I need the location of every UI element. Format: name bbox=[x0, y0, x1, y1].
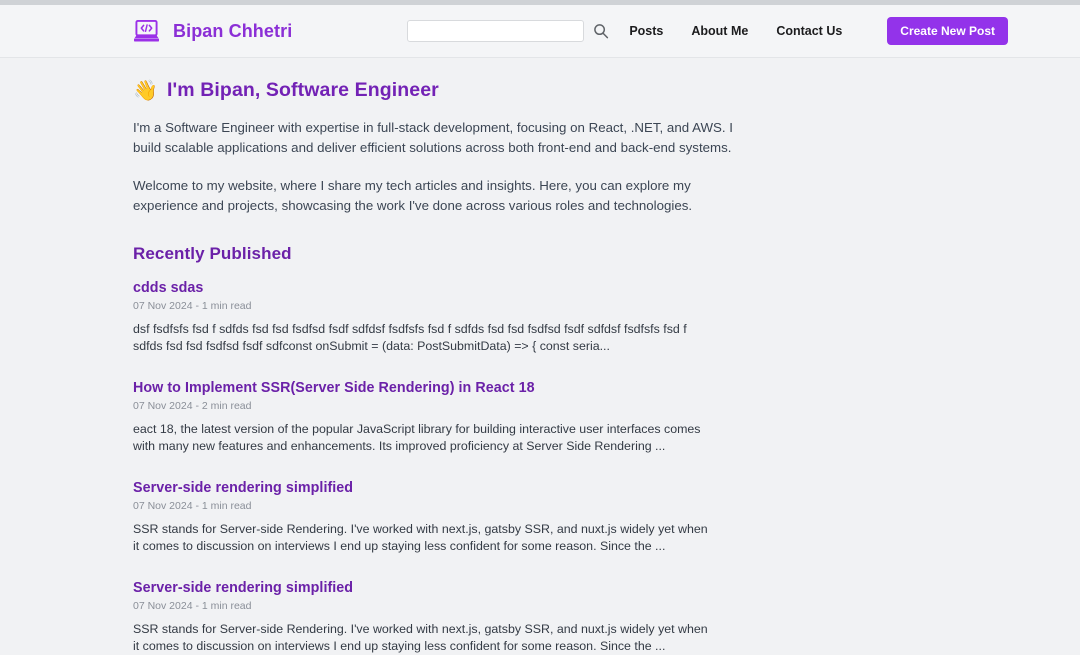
post-list-item: cdds sdas 07 Nov 2024 - 1 min read dsf f… bbox=[133, 280, 780, 355]
intro-paragraph-2: Welcome to my website, where I share my … bbox=[133, 178, 693, 213]
waving-hand-icon: 👋 bbox=[133, 79, 159, 102]
post-excerpt: eact 18, the latest version of the popul… bbox=[133, 422, 701, 453]
post-title-link[interactable]: Server-side rendering simplified bbox=[133, 480, 780, 496]
post-list-item: How to Implement SSR(Server Side Renderi… bbox=[133, 380, 780, 455]
laptop-code-icon bbox=[133, 19, 160, 43]
post-title-link[interactable]: cdds sdas bbox=[133, 280, 780, 296]
post-excerpt: dsf fsdfsfs fsd f sdfds fsd fsd fsdfsd f… bbox=[133, 322, 687, 353]
post-meta: 07 Nov 2024 - 1 min read bbox=[133, 500, 252, 512]
nav-item-about-me[interactable]: About Me bbox=[691, 24, 748, 38]
hero-title-text: I'm Bipan, Software Engineer bbox=[167, 79, 439, 101]
post-title-link[interactable]: Server-side rendering simplified bbox=[133, 580, 780, 596]
post-list-item: Server-side rendering simplified 07 Nov … bbox=[133, 480, 780, 555]
post-excerpt: SSR stands for Server-side Rendering. I'… bbox=[133, 622, 708, 653]
brand-name: Bipan Chhetri bbox=[173, 20, 293, 41]
main-content: 👋 I'm Bipan, Software Engineer I'm a Sof… bbox=[0, 58, 780, 655]
post-list: cdds sdas 07 Nov 2024 - 1 min read dsf f… bbox=[133, 280, 780, 655]
section-title-recently-published: Recently Published bbox=[133, 244, 292, 263]
search-icon bbox=[593, 24, 609, 42]
site-header: Bipan Chhetri Posts About Me Contact Us … bbox=[0, 5, 1080, 58]
nav-item-contact-us[interactable]: Contact Us bbox=[776, 24, 842, 38]
post-excerpt: SSR stands for Server-side Rendering. I'… bbox=[133, 522, 708, 553]
post-meta: 07 Nov 2024 - 1 min read bbox=[133, 300, 252, 312]
post-meta: 07 Nov 2024 - 1 min read bbox=[133, 600, 252, 612]
hero-title: 👋 I'm Bipan, Software Engineer bbox=[133, 79, 780, 102]
intro-paragraph-1: I'm a Software Engineer with expertise i… bbox=[133, 120, 733, 155]
post-list-item: Server-side rendering simplified 07 Nov … bbox=[133, 580, 780, 655]
post-title-link[interactable]: How to Implement SSR(Server Side Renderi… bbox=[133, 380, 780, 396]
brand-logo-link[interactable]: Bipan Chhetri bbox=[133, 19, 292, 43]
search-button[interactable] bbox=[593, 23, 609, 39]
search-area bbox=[407, 20, 609, 42]
create-new-post-button[interactable]: Create New Post bbox=[887, 17, 1008, 45]
post-meta: 07 Nov 2024 - 2 min read bbox=[133, 400, 252, 412]
main-navigation: Posts About Me Contact Us Create New Pos… bbox=[629, 17, 1008, 45]
nav-item-posts[interactable]: Posts bbox=[629, 24, 663, 38]
search-input[interactable] bbox=[407, 20, 585, 42]
